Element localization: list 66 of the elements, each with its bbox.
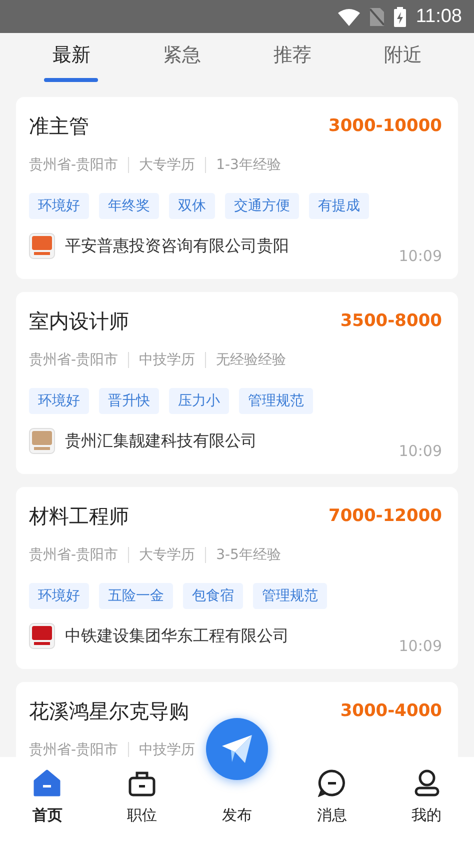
job-requirement: 3-5年经验 [205, 547, 291, 563]
job-card[interactable]: 花溪鸿星尔克导购 3000-4000 贵州省-贵阳市 中技学历 [16, 682, 458, 757]
post-time: 10:09 [398, 247, 442, 265]
benefit-tag: 管理规范 [253, 583, 327, 609]
no-sim-icon [370, 8, 384, 26]
benefit-tag: 环境好 [29, 193, 89, 219]
job-card[interactable]: 材料工程师 7000-12000 贵州省-贵阳市 大专学历 3-5年经验 环境好 五险一金 包食宿 管理规范 中铁建设集团华东工程有限公司 10:09 [16, 487, 458, 669]
benefit-tag: 包食宿 [183, 583, 243, 609]
benefit-tag: 环境好 [29, 388, 89, 414]
chat-bubble-icon [318, 769, 346, 797]
job-requirement: 贵州省-贵阳市 [29, 547, 120, 563]
tab[interactable]: 最新 [52, 42, 90, 68]
paper-plane-icon [220, 734, 253, 764]
briefcase-icon [128, 769, 156, 797]
job-requirement: 大专学历 [128, 547, 206, 563]
company-logo-icon [29, 428, 55, 454]
job-title: 材料工程师 [29, 502, 129, 530]
company-name: 平安普惠投资咨询有限公司贵阳 [65, 236, 290, 256]
person-icon [412, 769, 441, 797]
post-time: 10:09 [398, 442, 442, 460]
benefit-tag: 双休 [169, 193, 215, 219]
job-requirement: 贵州省-贵阳市 [29, 157, 120, 173]
benefit-tag: 年终奖 [99, 193, 159, 219]
company-name: 中铁建设集团华东工程有限公司 [65, 626, 290, 646]
job-requirement: 大专学历 [128, 157, 206, 173]
company-logo-icon [29, 623, 55, 649]
salary: 3000-10000 [328, 116, 442, 136]
benefit-tag: 管理规范 [239, 388, 313, 414]
job-requirement: 中技学历 [128, 352, 206, 368]
job-title: 室内设计师 [29, 308, 129, 334]
nav-label: 职位 [127, 806, 158, 825]
job-title: 花溪鸿星尔克导购 [29, 698, 189, 724]
company-logo-icon [29, 233, 55, 259]
benefit-tag: 交通方便 [225, 193, 299, 219]
job-title: 准主管 [29, 112, 89, 140]
job-card[interactable]: 室内设计师 3500-8000 贵州省-贵阳市 中技学历 无经验经验 环境好 晋升快 压力小 管理规范 贵州汇集靓建科技有限公司 10:09 [16, 292, 458, 474]
nav-tab[interactable]: 首页 [0, 757, 95, 843]
battery-charging-icon [394, 6, 406, 26]
benefit-tag: 压力小 [169, 388, 229, 414]
nav-label: 消息 [316, 806, 347, 825]
tab[interactable]: 附近 [384, 42, 422, 68]
benefit-tag: 环境好 [29, 583, 89, 609]
company-name: 贵州汇集靓建科技有限公司 [65, 430, 258, 452]
job-requirement: 1-3年经验 [205, 157, 291, 173]
nav-tab[interactable]: 消息 [284, 757, 380, 843]
job-card[interactable]: 准主管 3000-10000 贵州省-贵阳市 大专学历 1-3年经验 环境好 年终奖 双休 交通方便 有提成 平安普惠投资咨询有限公司贵阳 10:09 [16, 97, 458, 279]
nav-label: 首页 [32, 806, 62, 825]
salary: 7000-12000 [328, 506, 442, 526]
nav-tab[interactable]: 职位 [94, 757, 190, 843]
nav-label: 我的 [412, 806, 442, 825]
tab[interactable]: 紧急 [162, 42, 201, 68]
nav-label[interactable]: 发布 [222, 806, 252, 825]
tab[interactable]: 推荐 [273, 42, 312, 68]
clock: 11:08 [416, 6, 462, 28]
salary: 3000-4000 [340, 701, 442, 721]
nav-tab[interactable]: 我的 [379, 757, 474, 843]
benefit-tag: 晋升快 [99, 388, 159, 414]
job-requirement: 无经验经验 [205, 352, 296, 368]
job-requirement: 贵州省-贵阳市 [29, 742, 120, 757]
post-time: 10:09 [398, 637, 442, 655]
benefit-tag: 五险一金 [99, 583, 173, 609]
home-icon [33, 769, 62, 797]
benefit-tag: 有提成 [309, 193, 369, 219]
job-requirement: 贵州省-贵阳市 [29, 352, 120, 368]
wifi-icon [338, 8, 360, 26]
salary: 3500-8000 [340, 311, 442, 331]
